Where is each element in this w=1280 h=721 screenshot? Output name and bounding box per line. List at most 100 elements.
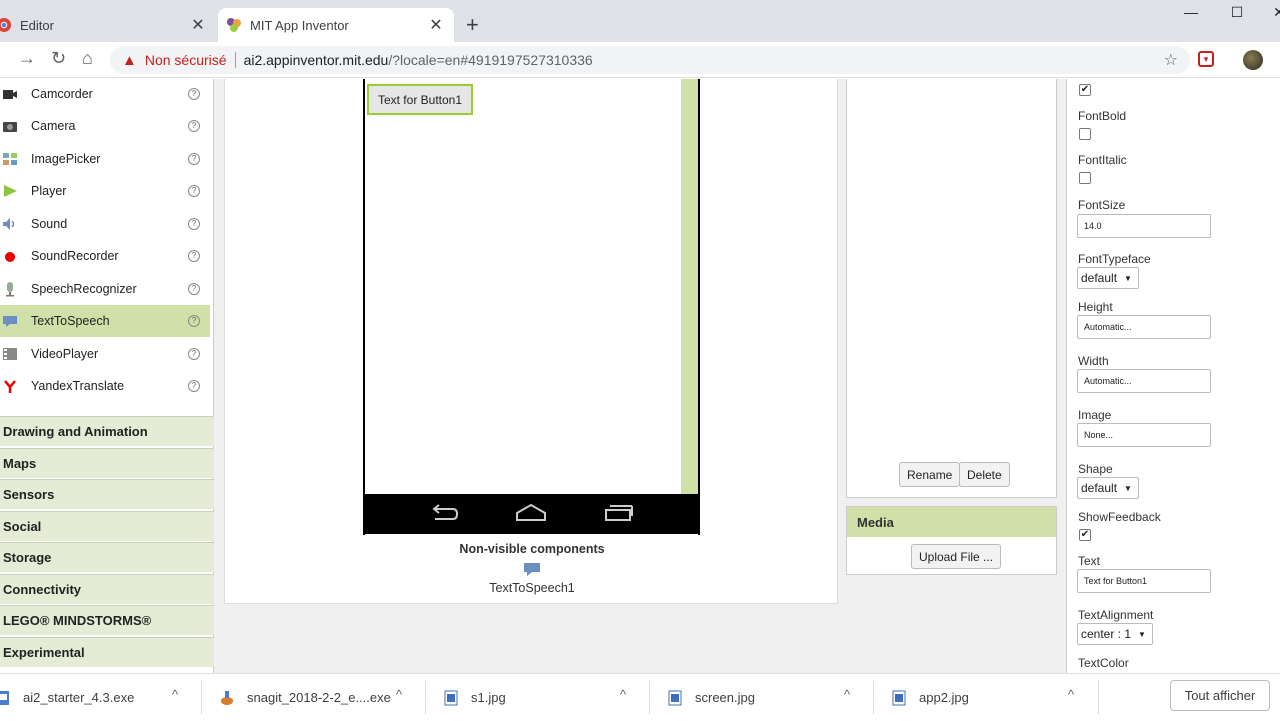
home-icon[interactable]: ⌂ [82, 48, 93, 69]
fontbold-label: FontBold [1078, 109, 1127, 123]
shape-select[interactable]: default ▼ [1077, 477, 1139, 499]
palette-item-speechrecognizer[interactable]: SpeechRecognizer ? [0, 273, 210, 305]
fontitalic-checkbox[interactable] [1079, 172, 1091, 184]
download-filename: s1.jpg [471, 690, 506, 705]
text-to-speech-icon[interactable] [524, 563, 540, 576]
player-icon [4, 185, 17, 197]
download-filename: app2.jpg [919, 690, 969, 705]
category-storage[interactable]: Storage [0, 542, 214, 572]
show-all-downloads-button[interactable]: Tout afficher [1170, 680, 1270, 711]
palette-item-camera[interactable]: Camera ? [0, 110, 210, 142]
help-icon[interactable]: ? [188, 218, 200, 230]
maximize-button[interactable]: ☐ [1222, 4, 1252, 21]
download-menu-caret[interactable]: ^ [1068, 687, 1074, 702]
textalignment-label: TextAlignment [1078, 608, 1154, 622]
recents-nav-icon [605, 505, 633, 521]
download-menu-caret[interactable]: ^ [396, 687, 402, 702]
fontbold-checkbox[interactable] [1079, 128, 1091, 140]
help-icon[interactable]: ? [188, 88, 200, 100]
category-social[interactable]: Social [0, 511, 214, 541]
palette-item-imagepicker[interactable]: ImagePicker ? [0, 143, 210, 175]
tab-editor[interactable]: Editor ✕ [0, 8, 216, 42]
close-window-button[interactable]: ✕ [1264, 4, 1280, 21]
category-drawing-and-animation[interactable]: Drawing and Animation [0, 416, 214, 446]
button1-preview[interactable]: Text for Button1 [367, 84, 473, 115]
delete-button[interactable]: Delete [959, 462, 1010, 487]
textalignment-select[interactable]: center : 1 ▼ [1077, 623, 1153, 645]
download-divider [1098, 680, 1099, 714]
download-item[interactable]: snagit_2018-2-2_e....exe [220, 674, 391, 721]
help-icon[interactable]: ? [188, 120, 200, 132]
help-icon[interactable]: ? [188, 185, 200, 197]
help-icon[interactable]: ? [188, 380, 200, 392]
palette-item-texttospeech[interactable]: TextToSpeech ? [0, 305, 210, 337]
palette-item-yandextranslate[interactable]: YandexTranslate ? [0, 370, 210, 402]
download-item[interactable]: ai2_starter_4.3.exe [0, 674, 134, 721]
download-divider [649, 680, 650, 714]
media-panel: Media Upload File ... [846, 506, 1057, 575]
rename-button[interactable]: Rename [899, 462, 961, 487]
speech-recognizer-icon [6, 282, 14, 297]
downloads-bar: ai2_starter_4.3.exe ^ snagit_2018-2-2_e.… [0, 673, 1280, 720]
security-label[interactable]: Non sécurisé [145, 52, 227, 68]
tab-app-inventor-close-icon[interactable]: ✕ [424, 15, 448, 35]
palette-item-player[interactable]: Player ? [0, 175, 210, 207]
fontitalic-label: FontItalic [1078, 153, 1127, 167]
help-icon[interactable]: ? [188, 283, 200, 295]
bookmark-star-icon[interactable]: ☆ [1164, 50, 1178, 70]
help-icon[interactable]: ? [188, 153, 200, 165]
width-input[interactable]: Automatic... [1077, 369, 1211, 393]
height-input[interactable]: Automatic... [1077, 315, 1211, 339]
text-to-speech-icon [3, 316, 17, 327]
omnibox[interactable]: ▲ Non sécurisé ai2.appinventor.mit.edu /… [110, 46, 1190, 74]
upload-file-button[interactable]: Upload File ... [911, 544, 1002, 569]
tab-app-inventor[interactable]: MIT App Inventor ✕ [218, 8, 454, 42]
download-menu-caret[interactable]: ^ [844, 687, 850, 702]
palette-item-videoplayer[interactable]: VideoPlayer ? [0, 338, 210, 370]
text-input[interactable]: Text for Button1 [1077, 569, 1211, 593]
category-lego-mindstorms[interactable]: LEGO® MINDSTORMS® [0, 605, 214, 635]
category-connectivity[interactable]: Connectivity [0, 574, 214, 604]
nonvisible-item-texttospeech1[interactable]: TextToSpeech1 [225, 581, 839, 595]
fonttypeface-select[interactable]: default ▼ [1077, 267, 1139, 289]
reload-icon[interactable]: ↻ [51, 48, 66, 69]
avatar[interactable] [1243, 50, 1263, 70]
palette-item-sound[interactable]: Sound ? [0, 208, 210, 240]
download-menu-caret[interactable]: ^ [620, 687, 626, 702]
phone-scrollbar[interactable] [681, 79, 698, 494]
palette-item-camcorder[interactable]: Camcorder ? [0, 78, 210, 110]
camcorder-icon [3, 90, 17, 99]
category-experimental[interactable]: Experimental [0, 637, 214, 667]
download-item[interactable]: screen.jpg [668, 674, 755, 721]
showfeedback-checkbox[interactable]: ✔ [1079, 529, 1091, 541]
textalignment-value: center : 1 [1081, 627, 1132, 641]
chrome-icon [0, 18, 11, 32]
tab-editor-close-icon[interactable]: ✕ [186, 15, 210, 35]
help-icon[interactable]: ? [188, 315, 200, 327]
category-sensors[interactable]: Sensors [0, 479, 214, 509]
download-item[interactable]: app2.jpg [892, 674, 969, 721]
home-nav-icon [516, 503, 546, 521]
back-nav-icon [432, 504, 459, 520]
extension-icon[interactable]: ▾ [1198, 51, 1214, 67]
text-label: Text [1078, 554, 1101, 568]
category-maps[interactable]: Maps [0, 448, 214, 478]
new-tab-button[interactable]: + [466, 12, 479, 38]
back-icon[interactable]: → [18, 48, 36, 69]
enabled-checkbox[interactable]: ✔ [1079, 84, 1091, 96]
help-icon[interactable]: ? [188, 250, 200, 262]
download-divider [873, 680, 874, 714]
tab-editor-title: Editor [20, 17, 54, 33]
url-path: /?locale=en#4919197527310336 [388, 52, 593, 68]
image-file-icon [892, 690, 906, 705]
minimize-button[interactable]: — [1176, 4, 1206, 20]
warning-icon: ▲ [122, 51, 137, 69]
image-input[interactable]: None... [1077, 423, 1211, 447]
palette-item-soundrecorder[interactable]: SoundRecorder ? [0, 240, 210, 272]
omnibox-divider [234, 52, 236, 68]
help-icon[interactable]: ? [188, 348, 200, 360]
palette-item-label: Sound [31, 217, 68, 231]
fontsize-input[interactable]: 14.0 [1077, 214, 1211, 238]
download-item[interactable]: s1.jpg [444, 674, 506, 721]
download-menu-caret[interactable]: ^ [172, 687, 178, 702]
